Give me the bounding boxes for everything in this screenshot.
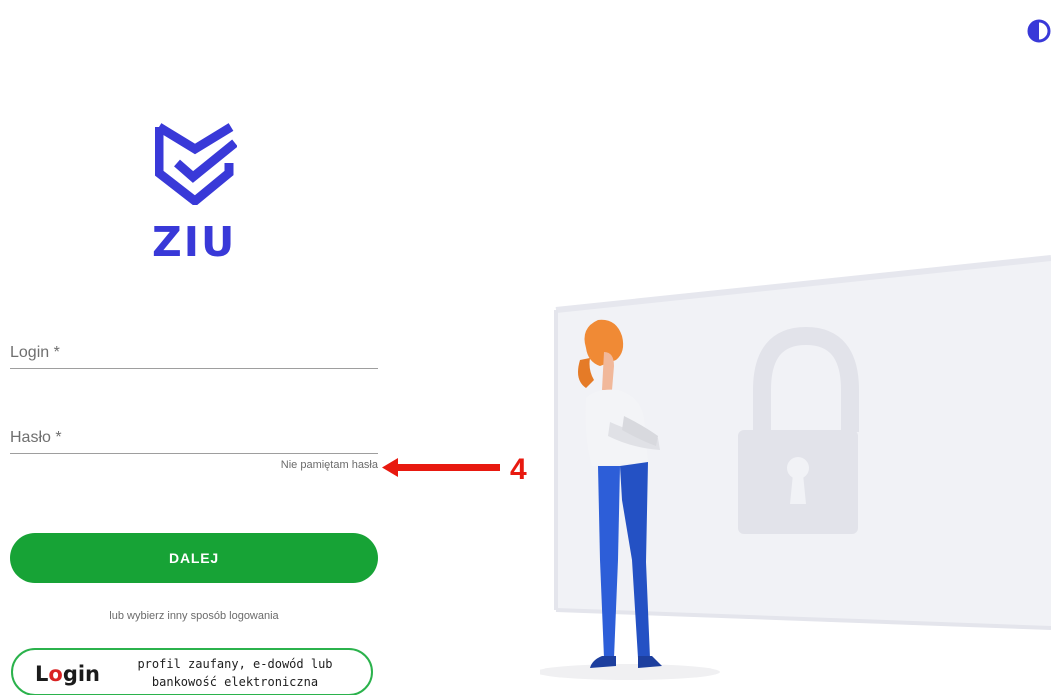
annotation-number: 4 xyxy=(510,453,527,486)
contrast-toggle-icon[interactable] xyxy=(1027,19,1051,43)
app-logo-text: ZIU xyxy=(152,218,237,266)
login-logo-o: o xyxy=(48,662,63,686)
login-gov-line2: bankowość elektroniczna xyxy=(151,675,319,689)
login-gov-line1: profil zaufany, e-dowód lub xyxy=(137,657,333,671)
forgot-password-link[interactable]: Nie pamiętam hasła xyxy=(281,459,378,471)
login-field-container xyxy=(10,338,378,369)
login-logo-gin: gin xyxy=(62,662,101,686)
login-gov-logo: Login xyxy=(35,662,100,686)
alternative-login-text: lub wybierz inny sposób logowania xyxy=(109,610,279,622)
login-input[interactable] xyxy=(10,338,378,368)
illustration-svg xyxy=(536,255,1051,680)
security-illustration xyxy=(536,240,1051,695)
trusted-profile-login-button[interactable]: Login profil zaufany, e-dowód lub bankow… xyxy=(11,648,373,695)
password-field-container xyxy=(10,423,378,454)
next-button[interactable]: DALEJ xyxy=(10,533,378,583)
login-logo-l: L xyxy=(35,662,49,686)
annotation-arrow-icon xyxy=(382,456,500,478)
login-page: ZIU Nie pamiętam hasła 4 DALEJ lub wybie… xyxy=(0,0,1051,695)
ziu-shield-logo-icon xyxy=(154,123,238,207)
login-gov-description: profil zaufany, e-dowód lub bankowość el… xyxy=(115,655,355,691)
password-input[interactable] xyxy=(10,423,378,453)
